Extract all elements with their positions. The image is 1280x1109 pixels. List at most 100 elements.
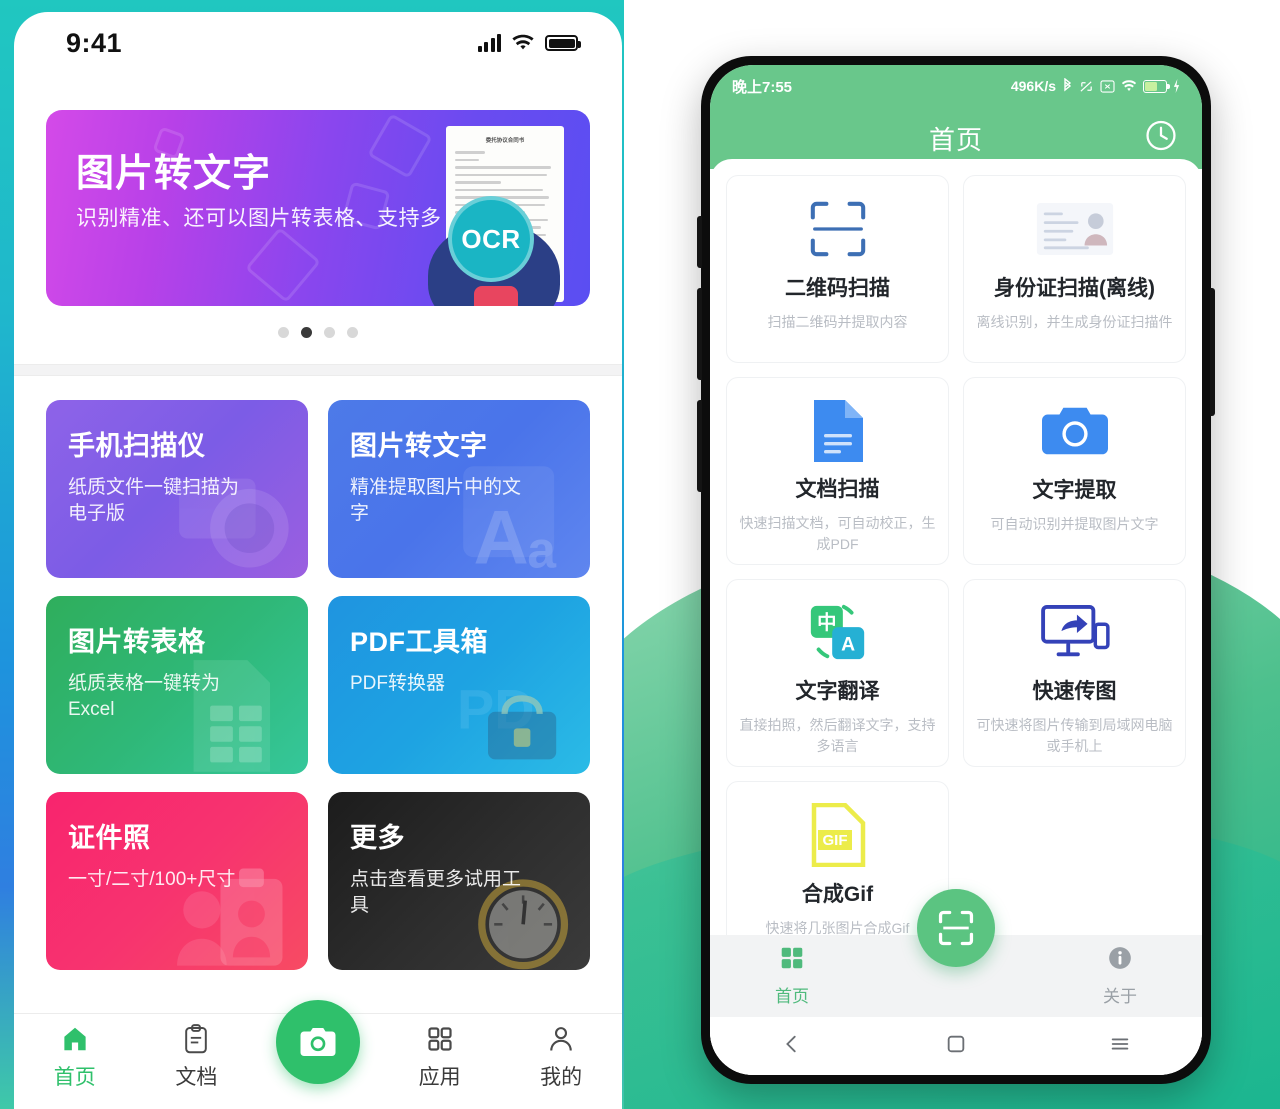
carousel-dot[interactable] [278,327,289,338]
banner-subtitle: 识别精准、还可以图片转表格、支持多 [76,207,442,230]
square-home-icon[interactable] [945,1033,967,1060]
tab-profile[interactable]: 我的 [500,1024,622,1091]
ios-tab-bar: 首页 文档 应用 我的 [14,1000,622,1109]
tab-label: 关于 [1103,987,1137,1006]
ios-phone-mockup: 9:41 委托协议合同书 OCR 图片转文字 识别精准、还可以图片转表格、支持多… [14,12,622,1109]
banner-carousel[interactable]: 委托协议合同书 OCR 图片转文字 识别精准、还可以图片转表格、支持多 [14,74,622,306]
tile-pdf-toolbox[interactable]: PD PDF工具箱 PDF转换器 [328,596,590,774]
grid-icon [426,1024,454,1054]
tab-apps[interactable]: 应用 [379,1024,501,1091]
tab-documents[interactable]: 文档 [136,1024,258,1091]
banner-title: 图片转文字 [76,153,272,195]
qr-scan-icon [807,192,869,266]
svg-text:a: a [527,520,557,578]
carousel-dots[interactable] [14,306,622,364]
grid-icon [779,945,805,976]
person-icon [547,1024,575,1054]
tile-more[interactable]: 更多 点击查看更多试用工具 [328,792,590,970]
status-icons [477,34,581,52]
card-title: 文字翻译 [795,680,880,704]
wifi-icon [1121,79,1137,91]
charging-bolt-icon [1173,79,1180,93]
carousel-dot[interactable] [324,327,335,338]
status-time: 9:41 [66,27,123,58]
card-qr-scan[interactable]: 二维码扫描 扫描二维码并提取内容 [726,175,949,363]
carousel-dot[interactable] [347,327,358,338]
transfer-screen-icon [1040,596,1110,669]
status-icons: 496K/s [1011,78,1180,94]
status-time: 晚上7:55 [732,78,793,96]
bluetooth-icon [1064,78,1072,92]
android-status-bar: 晚上7:55 496K/s [710,65,1202,107]
android-system-nav [710,1017,1202,1075]
tile-desc: 纸质文件一键扫描为电子版 [68,477,240,524]
card-text-translate[interactable]: 中 A 文字翻译 直接拍照，然后翻译文字，支持多语言 [726,579,949,767]
net-speed-label: 496K/s [1010,78,1056,94]
tab-label: 首页 [53,1066,96,1089]
signal-bars-icon [477,34,501,52]
left-phone-pane: 9:41 委托协议合同书 OCR 图片转文字 识别精准、还可以图片转表格、支持多… [0,0,624,1109]
tile-image-to-text[interactable]: A a 图片转文字 精准提取图片中的文字 [328,400,590,578]
card-desc: 快速扫描文档，可自动校正，生成PDF [739,515,936,552]
carousel-dot-active[interactable] [301,327,312,338]
phone-power-button [1210,288,1215,416]
translate-icon: 中 A [805,596,871,669]
back-chevron-icon[interactable] [781,1033,803,1060]
scan-fab-button[interactable] [917,889,995,967]
recents-menu-icon[interactable] [1109,1033,1131,1060]
tab-about[interactable]: 关于 [1038,945,1202,1007]
vpn-icon [1080,80,1092,92]
tile-title: 证件照 [68,823,151,853]
battery-icon [1143,79,1170,93]
android-phone-mockup: 晚上7:55 496K/s 首页 二维码扫描 扫描二维码并提取内容 身份证扫描(… [697,56,1215,1084]
tab-label: 文档 [175,1066,218,1089]
phone-side-button [697,216,702,268]
card-title: 合成Gif [801,883,874,906]
card-title: 文字提取 [1032,479,1117,502]
card-text-extract[interactable]: 文字提取 可自动识别并提取图片文字 [963,377,1186,565]
right-phone-pane: 晚上7:55 496K/s 首页 二维码扫描 扫描二维码并提取内容 身份证扫描(… [624,0,1280,1109]
tile-image-to-table[interactable]: 图片转表格 纸质表格一键转为 Excel [46,596,308,774]
tile-desc: 点击查看更多试用工具 [350,869,522,916]
banner-slide[interactable]: 委托协议合同书 OCR 图片转文字 识别精准、还可以图片转表格、支持多 [46,110,590,306]
camera-text-icon [1041,394,1108,468]
card-desc: 直接拍照，然后翻译文字，支持多语言 [739,717,936,754]
app-header: 晚上7:55 496K/s 首页 [710,65,1202,169]
history-clock-icon[interactable] [1144,119,1178,158]
tile-title: 更多 [350,823,405,853]
tab-camera-action[interactable] [257,1000,379,1084]
phone-side-button [697,400,702,492]
tile-title: 图片转文字 [350,431,488,461]
phone-side-button [697,288,702,380]
screenshot-icon [1100,79,1115,93]
card-title: 快速传图 [1032,680,1117,704]
card-title: 二维码扫描 [785,277,890,300]
clipboard-icon [182,1024,210,1054]
card-document-scan[interactable]: 文档扫描 快速扫描文档，可自动校正，生成PDF [726,377,949,565]
person-accent-art [474,286,518,306]
tile-desc: 纸质表格一键转为 Excel [68,673,221,720]
card-quick-transfer[interactable]: 快速传图 可快速将图片传输到局域网电脑或手机上 [963,579,1186,767]
card-id-card-scan[interactable]: 身份证扫描(离线) 离线识别，并生成身份证扫描件 [963,175,1186,363]
card-desc: 可快速将图片传输到局域网电脑或手机上 [976,717,1173,754]
section-divider [14,364,622,376]
tile-desc: 精准提取图片中的文字 [350,477,522,524]
tile-id-photo[interactable]: 证件照 一寸/二寸/100+尺寸 [46,792,308,970]
tile-phone-scanner[interactable]: 手机扫描仪 纸质文件一键扫描为电子版 [46,400,308,578]
camera-fab-button[interactable] [275,1000,360,1084]
card-desc: 离线识别，并生成身份证扫描件 [976,314,1173,330]
card-desc: 可自动识别并提取图片文字 [990,516,1159,532]
ocr-badge: OCR [448,196,534,282]
tab-label: 首页 [775,987,809,1006]
battery-icon [545,35,581,51]
tab-home[interactable]: 首页 [14,1024,136,1091]
wifi-icon [512,34,534,50]
home-icon [60,1024,90,1054]
tile-title: 图片转表格 [68,627,206,657]
tile-desc: 一寸/二寸/100+尺寸 [68,869,236,890]
tab-home[interactable]: 首页 [710,945,874,1007]
tile-title: PDF工具箱 [350,627,488,657]
feature-tile-grid: 手机扫描仪 纸质文件一键扫描为电子版 A a 图片转文字 精准提取图片中的文字 [14,376,622,970]
id-card-icon [1036,192,1114,266]
info-icon [1107,945,1133,976]
